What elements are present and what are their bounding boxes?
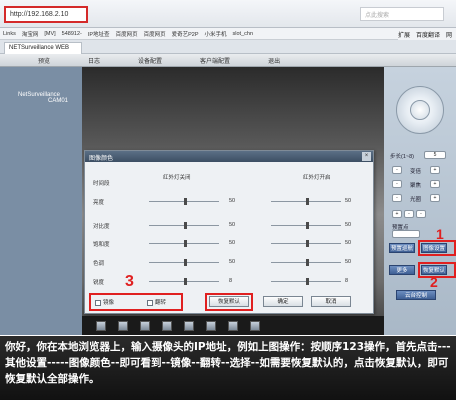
focus-minus-button[interactable]: - bbox=[392, 180, 402, 188]
contrast-label: 对比度 bbox=[93, 224, 110, 230]
contrast-on-slider[interactable] bbox=[271, 222, 341, 229]
zoom-plus-button[interactable]: + bbox=[430, 166, 440, 174]
ok-button[interactable]: 确定 bbox=[263, 296, 303, 307]
saturation-off-slider[interactable] bbox=[149, 240, 219, 247]
zoom-minus-button[interactable]: - bbox=[392, 166, 402, 174]
favorite-item[interactable]: 爱奇艺P2P bbox=[172, 30, 199, 38]
sharpness-off-slider[interactable] bbox=[149, 278, 219, 285]
playback-icon[interactable] bbox=[250, 320, 260, 331]
browser-search-input[interactable]: 点此搜索 bbox=[360, 7, 444, 21]
ptz-small-button[interactable]: + bbox=[392, 210, 402, 218]
record-icon[interactable] bbox=[206, 320, 216, 331]
sharpness-on-slider[interactable] bbox=[271, 278, 341, 285]
favorite-item[interactable]: Links bbox=[3, 31, 16, 37]
favorite-item[interactable]: IP地址查 bbox=[88, 30, 110, 38]
annotation-number-2: 2 bbox=[430, 274, 438, 290]
favorite-item[interactable]: slot_chn bbox=[233, 31, 254, 37]
col-ir-on: 红外灯开启 bbox=[303, 175, 331, 181]
contrast-off-value: 50 bbox=[229, 222, 236, 228]
nav-logout[interactable]: 退出 bbox=[268, 56, 280, 65]
restore-default-button[interactable]: 恢复默认 bbox=[209, 296, 249, 307]
more-button[interactable]: 更多 bbox=[389, 265, 415, 275]
favorite-item[interactable]: 淘宝网 bbox=[22, 30, 39, 38]
hue-off-slider[interactable] bbox=[149, 259, 219, 266]
layout-icon[interactable] bbox=[118, 320, 128, 331]
flip-checkbox[interactable]: 翻转 bbox=[147, 298, 166, 306]
favorite-item[interactable]: 扩展 bbox=[398, 30, 410, 39]
favorites-right: 扩展 百度翻译 网 bbox=[397, 28, 456, 40]
annotation-number-1: 1 bbox=[436, 226, 444, 242]
favorites-bar: Links 淘宝网 [MV] 548912- IP地址查 百度网页 百度网页 爱… bbox=[0, 28, 456, 40]
flip-label: 翻转 bbox=[155, 300, 167, 306]
sharpness-off-value: 8 bbox=[229, 278, 233, 284]
iris-label: 光圈 bbox=[410, 197, 422, 203]
image-color-dialog: 图像颜色 × 时间段 红外灯关闭 红外灯开启 亮度 50 50 对比度 50 5… bbox=[84, 150, 374, 314]
layout-icon[interactable] bbox=[140, 320, 150, 331]
favorite-item[interactable]: 网 bbox=[446, 30, 452, 39]
annotation-number-3: 3 bbox=[125, 273, 134, 290]
col-ir-off: 红外灯关闭 bbox=[163, 175, 191, 181]
tree-channel[interactable]: CAM01 bbox=[48, 98, 68, 104]
focus-plus-button[interactable]: + bbox=[430, 180, 440, 188]
close-icon[interactable]: × bbox=[362, 152, 371, 161]
saturation-on-slider[interactable] bbox=[271, 240, 341, 247]
hue-on-slider[interactable] bbox=[271, 259, 341, 266]
contrast-off-slider[interactable] bbox=[149, 222, 219, 229]
dialog-title: 图像颜色 bbox=[85, 151, 373, 162]
saturation-off-value: 50 bbox=[229, 240, 236, 246]
zoom-label: 变倍 bbox=[410, 169, 422, 175]
mirror-label: 镜像 bbox=[103, 300, 115, 306]
brightness-on-slider[interactable] bbox=[271, 198, 341, 205]
layout-icon[interactable] bbox=[162, 320, 172, 331]
focus-label: 聚焦 bbox=[410, 183, 422, 189]
audio-icon[interactable] bbox=[228, 320, 238, 331]
brightness-on-value: 50 bbox=[345, 198, 352, 204]
ptz-small-button[interactable]: - bbox=[416, 210, 426, 218]
sharpness-label: 锐度 bbox=[93, 280, 105, 286]
saturation-on-value: 50 bbox=[345, 240, 352, 246]
nav-preview[interactable]: 预览 bbox=[38, 56, 50, 65]
ptz-control-button[interactable]: 云台控制 bbox=[396, 290, 436, 300]
brightness-label: 亮度 bbox=[93, 200, 105, 206]
snapshot-icon[interactable] bbox=[184, 320, 194, 331]
iris-plus-button[interactable]: + bbox=[430, 194, 440, 202]
preset-input[interactable] bbox=[392, 230, 420, 238]
brightness-off-slider[interactable] bbox=[149, 198, 219, 205]
url-input[interactable]: http://192.168.2.10 bbox=[4, 6, 88, 23]
nav-device-config[interactable]: 设备配置 bbox=[138, 56, 162, 65]
fullscreen-icon[interactable] bbox=[96, 320, 106, 331]
mirror-checkbox[interactable]: 镜像 bbox=[95, 298, 114, 306]
hue-off-value: 50 bbox=[229, 259, 236, 265]
contrast-on-value: 50 bbox=[345, 222, 352, 228]
sharpness-on-value: 8 bbox=[345, 278, 349, 284]
time-label: 时间段 bbox=[93, 181, 110, 187]
favorite-item[interactable]: 百度网页 bbox=[116, 30, 138, 38]
browser-tab[interactable]: NETSurveillance WEB bbox=[4, 42, 82, 54]
nav-client-config[interactable]: 客户端配置 bbox=[200, 56, 230, 65]
ptz-center-button[interactable] bbox=[410, 100, 430, 120]
favorite-item[interactable]: 百度翻译 bbox=[416, 30, 440, 39]
instruction-caption: 你好，你在本地浏览器上，输入摄像头的IP地址，例如上图操作：按顺序123操作，首… bbox=[0, 336, 456, 400]
favorite-item[interactable]: [MV] bbox=[44, 31, 55, 37]
video-toolbar bbox=[82, 316, 384, 335]
preset-cruise-button[interactable]: 预置巡航 bbox=[389, 243, 415, 253]
favorite-item[interactable]: 548912- bbox=[62, 31, 82, 37]
nav-log[interactable]: 日志 bbox=[88, 56, 100, 65]
app-top-nav: 预览 日志 设备配置 客户端配置 退出 bbox=[0, 54, 456, 67]
cancel-button[interactable]: 取消 bbox=[311, 296, 351, 307]
iris-minus-button[interactable]: - bbox=[392, 194, 402, 202]
brightness-off-value: 50 bbox=[229, 198, 236, 204]
highlight-box-1 bbox=[418, 240, 456, 256]
hue-on-value: 50 bbox=[345, 259, 352, 265]
hue-label: 色调 bbox=[93, 261, 105, 267]
favorite-item[interactable]: 小米手机 bbox=[205, 30, 227, 38]
favorite-item[interactable]: 百度网页 bbox=[144, 30, 166, 38]
saturation-label: 饱和度 bbox=[93, 242, 110, 248]
speed-label: 步长(1~8) bbox=[390, 154, 414, 160]
speed-select[interactable]: 5 bbox=[424, 151, 446, 159]
device-sidebar bbox=[0, 67, 82, 335]
ptz-small-button[interactable]: - bbox=[404, 210, 414, 218]
